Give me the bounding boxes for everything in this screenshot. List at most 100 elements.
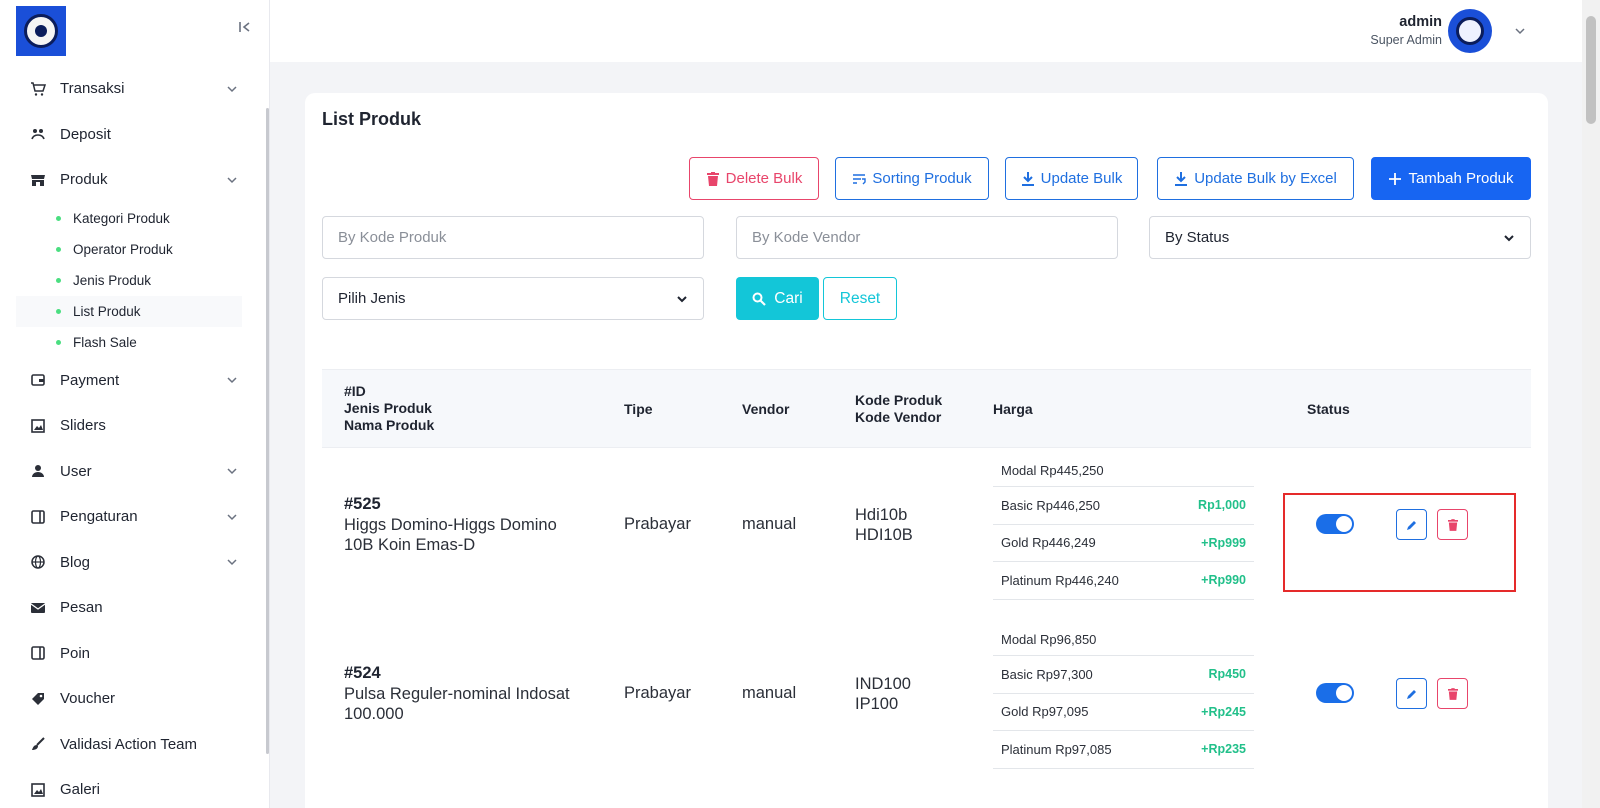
kode-vendor-value: HDI10B (855, 526, 913, 544)
sidebar-item-galeri[interactable]: Galeri (0, 767, 262, 808)
kode-produk-value: Hdi10b (855, 506, 908, 524)
price-basic: Basic Rp446,250 Rp1,000 (993, 487, 1254, 525)
product-tipe: Prabayar (624, 515, 691, 533)
sidebar-subitem-list-produk[interactable]: List Produk (16, 295, 242, 327)
table-header: #ID Jenis Produk Nama Produk Tipe Vendor… (322, 369, 1531, 448)
status-select-value: By Status (1165, 229, 1230, 246)
price-list: Modal Rp96,850 Basic Rp97,300 Rp450 Gold … (993, 624, 1254, 769)
points-icon (30, 645, 46, 661)
bullet-dot-icon (56, 215, 61, 221)
price-margin: +Rp245 (1201, 704, 1246, 719)
scrollbar-thumb[interactable] (1586, 16, 1596, 124)
tag-icon (30, 691, 46, 707)
search-icon (752, 292, 767, 306)
sidebar-item-poin[interactable]: Poin (0, 631, 262, 677)
header-kode-vendor-label: Kode Vendor (855, 409, 942, 425)
sorting-produk-button[interactable]: Sorting Produk (835, 157, 989, 200)
delete-button[interactable] (1437, 678, 1468, 709)
sort-icon (852, 172, 867, 186)
sidebar-item-label: Pesan (60, 599, 103, 617)
price-label: Gold Rp97,095 (1001, 704, 1089, 720)
tambah-produk-button[interactable]: Tambah Produk (1371, 157, 1531, 200)
pencil-icon (1406, 520, 1416, 530)
collapse-sidebar-icon[interactable] (236, 20, 254, 38)
trash-icon (1447, 518, 1458, 531)
bullet-dot-icon (56, 246, 61, 252)
app-logo[interactable] (16, 6, 66, 56)
delete-button[interactable] (1437, 509, 1468, 540)
modal-price: Modal Rp445,250 (1001, 463, 1104, 478)
kode-produk-input[interactable] (338, 229, 688, 246)
price-modal: Modal Rp445,250 (993, 455, 1254, 487)
produk-submenu: Kategori Produk Operator Produk Jenis Pr… (0, 203, 262, 358)
chevron-down-icon[interactable] (1514, 25, 1526, 37)
sidebar-item-validasi-action-team[interactable]: Validasi Action Team (0, 722, 262, 768)
chevron-down-icon (227, 377, 237, 384)
header-kode-produk-label: Kode Produk (855, 392, 943, 408)
sidebar-item-sliders[interactable]: Sliders (0, 403, 262, 449)
cart-icon (30, 81, 46, 97)
sidebar-subitem-operator-produk[interactable]: Operator Produk (56, 234, 262, 265)
sidebar-item-blog[interactable]: Blog (0, 540, 262, 586)
logo-emblem-icon (24, 14, 58, 48)
price-gold: Gold Rp446,249 +Rp999 (993, 525, 1254, 562)
column-header-status: Status (1307, 401, 1350, 417)
sidebar-item-label: Sliders (60, 417, 106, 435)
button-label: Reset (839, 289, 881, 307)
status-toggle[interactable] (1316, 683, 1354, 703)
top-bar: admin Super Admin (270, 0, 1582, 62)
sidebar-subitem-kategori-produk[interactable]: Kategori Produk (56, 203, 262, 234)
status-toggle[interactable] (1316, 514, 1354, 534)
user-role: Super Admin (1370, 33, 1442, 47)
sidebar-item-produk[interactable]: Produk (0, 157, 262, 203)
pencil-icon (1406, 689, 1416, 699)
sidebar-item-pengaturan[interactable]: Pengaturan (0, 494, 262, 540)
search-button[interactable]: Cari (736, 277, 819, 320)
avatar[interactable] (1448, 9, 1492, 53)
chevron-down-icon (227, 86, 237, 92)
price-label: Gold Rp446,249 (1001, 535, 1096, 551)
delete-bulk-button[interactable]: Delete Bulk (689, 157, 819, 200)
subitem-label: List Produk (73, 303, 141, 319)
status-select[interactable]: By Status (1149, 216, 1531, 259)
sidebar-item-payment[interactable]: Payment (0, 358, 262, 404)
sidebar-item-user[interactable]: User (0, 449, 262, 495)
wallet-icon (30, 372, 46, 388)
column-header-harga: Harga (993, 401, 1033, 417)
subitem-label: Flash Sale (73, 334, 137, 350)
download-icon (1021, 171, 1035, 186)
sidebar-item-deposit[interactable]: Deposit (0, 112, 262, 158)
bullet-dot-icon (56, 277, 61, 283)
edit-button[interactable] (1396, 509, 1427, 540)
sidebar-item-pesan[interactable]: Pesan (0, 585, 262, 631)
update-bulk-excel-button[interactable]: Update Bulk by Excel (1157, 157, 1354, 200)
image-icon (30, 418, 46, 434)
header-nama-label: Nama Produk (344, 417, 435, 433)
page-scrollbar[interactable] (1582, 0, 1600, 808)
kode-vendor-input[interactable] (752, 229, 1102, 246)
sidebar-item-transaksi[interactable]: Transaksi (0, 66, 262, 112)
mail-icon (30, 600, 46, 616)
sidebar-menu: Transaksi Deposit Produk Kategori Produk… (0, 66, 262, 808)
sidebar-item-label: Produk (60, 171, 108, 189)
subitem-label: Operator Produk (73, 241, 173, 257)
jenis-select[interactable]: Pilih Jenis (322, 277, 704, 320)
button-label: Cari (774, 289, 803, 307)
sidebar-scrollbar[interactable] (266, 108, 269, 754)
chevron-down-icon (227, 559, 237, 566)
sidebar-subitem-flash-sale[interactable]: Flash Sale (56, 327, 262, 358)
edit-button[interactable] (1396, 678, 1427, 709)
list-produk-card: List Produk Delete Bulk Sorting Produk U… (305, 93, 1548, 808)
reset-button[interactable]: Reset (823, 277, 897, 320)
subitem-label: Jenis Produk (73, 272, 152, 288)
price-label: Basic Rp97,300 (1001, 666, 1093, 682)
update-bulk-button[interactable]: Update Bulk (1005, 157, 1138, 200)
column-header-id: #ID Jenis Produk Nama Produk (344, 383, 434, 434)
bullet-dot-icon (56, 339, 61, 345)
kode-produk-field[interactable] (322, 216, 704, 259)
kode-vendor-field[interactable] (736, 216, 1118, 259)
plus-icon (1388, 172, 1402, 186)
sidebar-subitem-jenis-produk[interactable]: Jenis Produk (56, 265, 262, 296)
sidebar-item-voucher[interactable]: Voucher (0, 676, 262, 722)
modal-price: Modal Rp96,850 (1001, 632, 1097, 647)
